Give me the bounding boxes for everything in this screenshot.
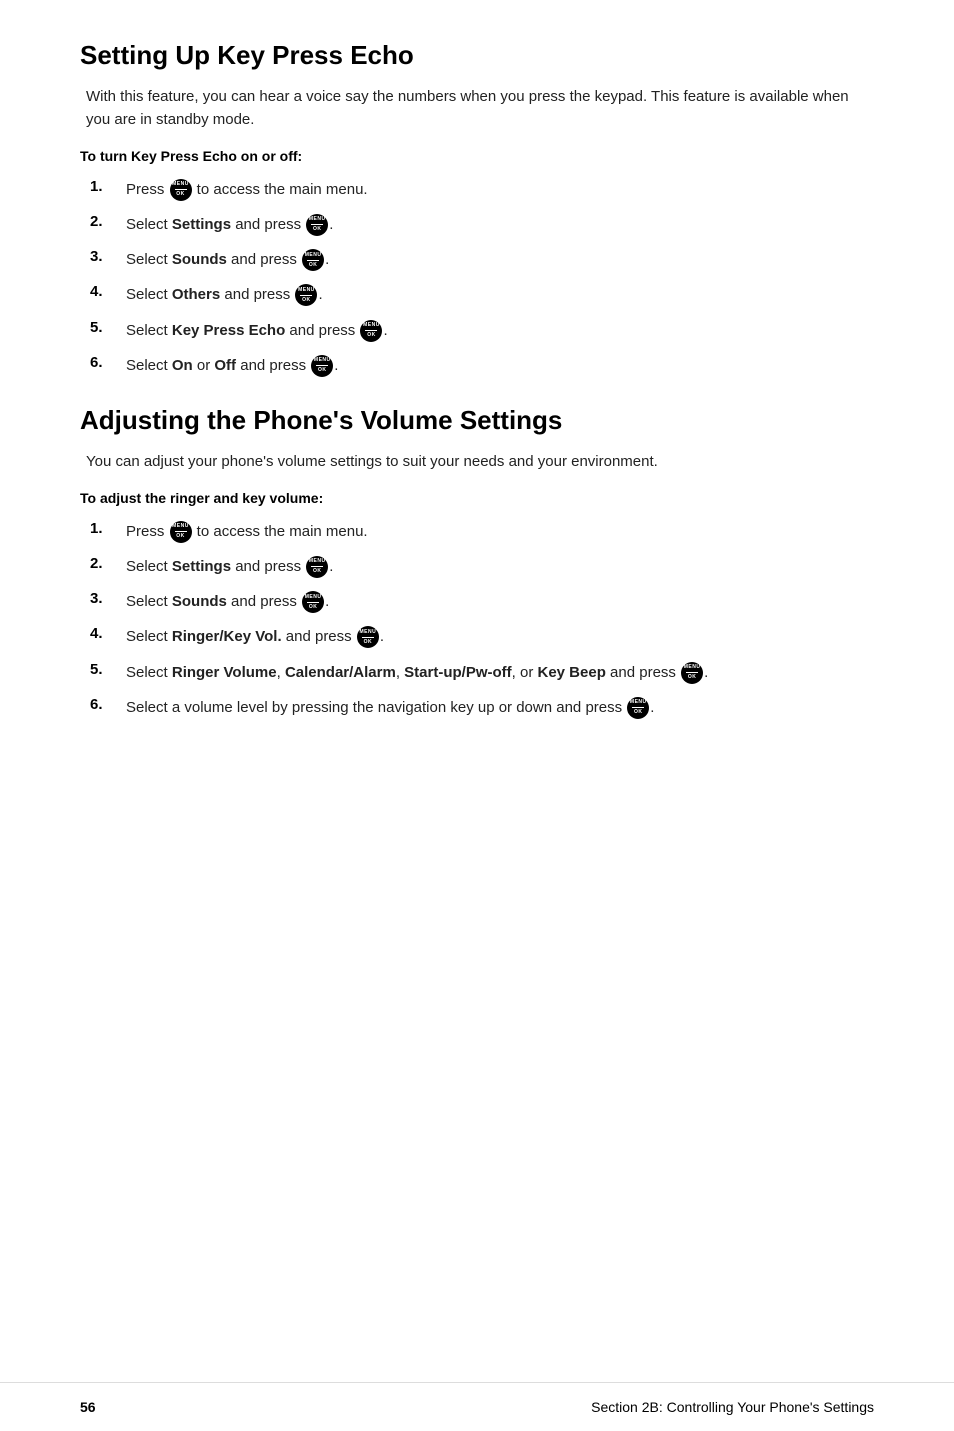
section1-subheading: To turn Key Press Echo on or off: <box>80 148 874 164</box>
step-2-2: 2. Select Settings and press MENUOK. <box>80 555 874 578</box>
menu-icon-1-1: MENUOK <box>170 179 192 201</box>
menu-icon-2-6: MENUOK <box>627 697 649 719</box>
footer: 56 Section 2B: Controlling Your Phone's … <box>0 1382 954 1431</box>
step-2-4: 4. Select Ringer/Key Vol. and press MENU… <box>80 625 874 648</box>
section2-title: Adjusting the Phone's Volume Settings <box>80 405 874 436</box>
step-1-4: 4. Select Others and press MENUOK. <box>80 283 874 306</box>
step-2-5: 5. Select Ringer Volume, Calendar/Alarm,… <box>80 661 874 684</box>
menu-icon-1-3: MENUOK <box>302 249 324 271</box>
menu-icon-2-1: MENUOK <box>170 521 192 543</box>
step-2-3: 3. Select Sounds and press MENUOK. <box>80 590 874 613</box>
menu-icon-1-2: MENUOK <box>306 214 328 236</box>
step-2-1: 1. Press MENUOK to access the main menu. <box>80 520 874 543</box>
step-2-6: 6. Select a volume level by pressing the… <box>80 696 874 719</box>
step-1-2: 2. Select Settings and press MENUOK. <box>80 213 874 236</box>
step-1-1: 1. Press MENUOK to access the main menu. <box>80 178 874 201</box>
section1-intro: With this feature, you can hear a voice … <box>80 85 874 132</box>
section2-steps: 1. Press MENUOK to access the main menu.… <box>80 520 874 720</box>
step-1-5: 5. Select Key Press Echo and press MENUO… <box>80 319 874 342</box>
menu-icon-1-4: MENUOK <box>295 284 317 306</box>
section2-subheading: To adjust the ringer and key volume: <box>80 490 874 506</box>
step-1-3: 3. Select Sounds and press MENUOK. <box>80 248 874 271</box>
footer-page-number: 56 <box>80 1399 96 1415</box>
menu-icon-2-3: MENUOK <box>302 591 324 613</box>
menu-icon-1-5: MENUOK <box>360 320 382 342</box>
section2-intro: You can adjust your phone's volume setti… <box>80 450 874 473</box>
menu-icon-1-6: MENUOK <box>311 355 333 377</box>
section1-title: Setting Up Key Press Echo <box>80 40 874 71</box>
menu-icon-2-4: MENUOK <box>357 626 379 648</box>
footer-section-label: Section 2B: Controlling Your Phone's Set… <box>591 1399 874 1415</box>
step-1-6: 6. Select On or Off and press MENUOK. <box>80 354 874 377</box>
menu-icon-2-2: MENUOK <box>306 556 328 578</box>
menu-icon-2-5: MENUOK <box>681 662 703 684</box>
section1-steps: 1. Press MENUOK to access the main menu.… <box>80 178 874 378</box>
